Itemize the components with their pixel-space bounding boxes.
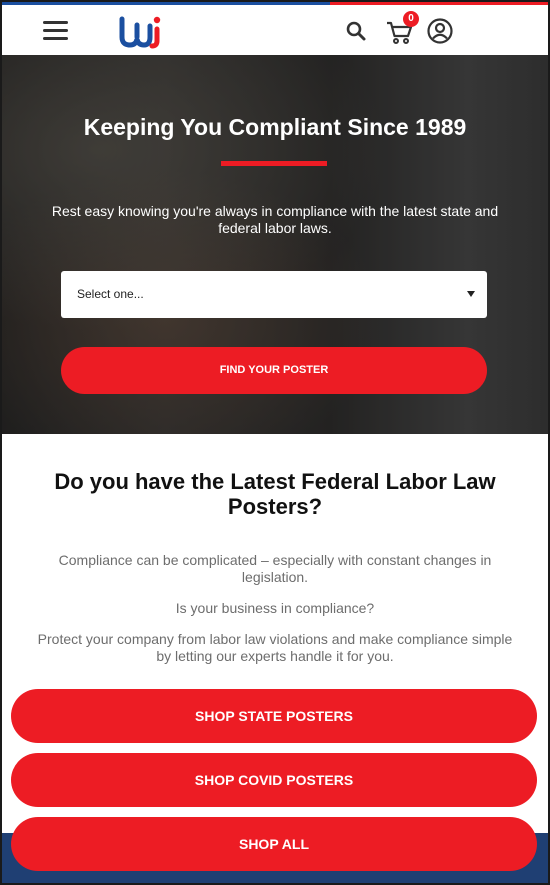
account-icon[interactable] xyxy=(427,18,453,44)
hero-subtitle: Rest easy knowing you're always in compl… xyxy=(51,203,499,236)
paragraph-protect: Protect your company from labor law viol… xyxy=(37,631,513,664)
paragraph-complicated: Compliance can be complicated – especial… xyxy=(58,552,492,585)
hero-divider xyxy=(221,161,327,166)
hero-title: Keeping You Compliant Since 1989 xyxy=(83,114,467,140)
paragraph-question: Is your business in compliance? xyxy=(175,600,375,616)
hero-banner: Keeping You Compliant Since 1989 Rest ea… xyxy=(0,55,550,434)
site-header: 0 xyxy=(0,5,550,55)
shop-covid-posters-button[interactable]: SHOP COVID POSTERS xyxy=(11,753,537,807)
state-select[interactable]: Select one... xyxy=(61,271,487,318)
menu-icon[interactable] xyxy=(43,21,68,41)
wj-logo[interactable] xyxy=(119,15,163,49)
shop-all-button[interactable]: SHOP ALL xyxy=(11,817,537,871)
caret-down-icon xyxy=(467,291,475,297)
search-icon[interactable] xyxy=(345,20,367,42)
find-poster-button[interactable]: FIND YOUR POSTER xyxy=(61,347,487,394)
cart-count-badge: 0 xyxy=(403,11,419,27)
state-select-value: Select one... xyxy=(77,287,144,301)
shop-state-posters-button[interactable]: SHOP STATE POSTERS xyxy=(11,689,537,743)
section-title: Do you have the Latest Federal Labor Law… xyxy=(54,469,496,519)
